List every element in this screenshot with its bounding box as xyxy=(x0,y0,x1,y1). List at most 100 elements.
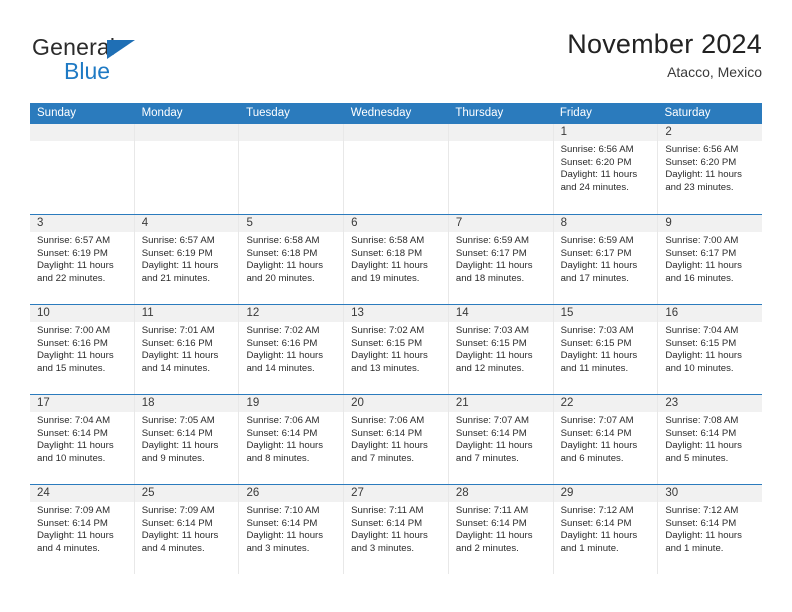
sunrise-time: Sunrise: 7:04 AM xyxy=(665,325,739,336)
calendar-day-cell[interactable]: 20 Sunrise: 7:06 AM Sunset: 6:14 PM Dayligh… xyxy=(344,395,449,484)
calendar-day-cell[interactable]: 11 Sunrise: 7:01 AM Sunset: 6:16 PM Dayligh… xyxy=(134,305,240,394)
calendar-day-cell[interactable]: 17 Sunrise: 7:04 AM Sunset: 6:14 PM Dayligh… xyxy=(30,395,135,484)
calendar-day-cell[interactable]: 14 Sunrise: 7:03 AM Sunset: 6:15 PM Dayligh… xyxy=(448,305,554,394)
daylight-duration: Daylight: 11 hours and 3 minutes. xyxy=(246,530,324,554)
sun-info: Sunrise: 7:06 AM Sunset: 6:14 PM Daylight:… xyxy=(239,412,343,465)
calendar-day-cell-empty xyxy=(30,124,135,214)
calendar-day-cell[interactable]: 25 Sunrise: 7:09 AM Sunset: 6:14 PM Dayligh… xyxy=(134,485,240,574)
sunset-time: Sunset: 6:16 PM xyxy=(37,337,108,349)
sun-info: Sunrise: 7:07 AM Sunset: 6:14 PM Daylight:… xyxy=(449,412,553,465)
sunset-time: Sunset: 6:14 PM xyxy=(560,427,632,439)
day-number: 8 xyxy=(553,215,658,232)
sun-info: Sunrise: 6:58 AM Sunset: 6:18 PM Daylight:… xyxy=(239,232,343,285)
weekday-header-tuesday: Tuesday xyxy=(246,107,290,119)
sunrise-time: Sunrise: 7:00 AM xyxy=(665,235,739,246)
daylight-duration: Daylight: 11 hours and 18 minutes. xyxy=(455,260,533,284)
day-number: 4 xyxy=(134,215,239,232)
sunrise-time: Sunrise: 7:11 AM xyxy=(351,505,424,516)
day-number: 20 xyxy=(344,395,448,412)
calendar-day-cell[interactable]: 19 Sunrise: 7:06 AM Sunset: 6:14 PM Dayligh… xyxy=(239,395,345,484)
sun-info: Sunrise: 7:02 AM Sunset: 6:15 PM Daylight:… xyxy=(344,322,448,375)
calendar-day-cell[interactable]: 16 Sunrise: 7:04 AM Sunset: 6:15 PM Dayligh… xyxy=(658,305,763,394)
calendar-day-cell[interactable]: 24 Sunrise: 7:09 AM Sunset: 6:14 PM Dayligh… xyxy=(30,485,135,574)
sunrise-time: Sunrise: 7:09 AM xyxy=(37,505,111,516)
day-number: 15 xyxy=(553,305,658,322)
calendar-day-cell-empty xyxy=(344,124,449,214)
calendar-weeks: 1 Sunrise: 6:56 AM Sunset: 6:20 PM Daylight… xyxy=(30,124,763,574)
day-number: 3 xyxy=(30,215,134,232)
daylight-duration: Daylight: 11 hours and 6 minutes. xyxy=(560,440,638,464)
day-number: 17 xyxy=(30,395,134,412)
sunrise-time: Sunrise: 7:06 AM xyxy=(351,415,425,426)
daylight-duration: Daylight: 11 hours and 10 minutes. xyxy=(665,350,742,374)
calendar-day-cell[interactable]: 21 Sunrise: 7:07 AM Sunset: 6:14 PM Dayligh… xyxy=(448,395,554,484)
sun-info: Sunrise: 7:12 AM Sunset: 6:14 PM Daylight:… xyxy=(658,502,762,555)
weekday-header-friday: Friday xyxy=(559,107,592,119)
sunset-time: Sunset: 6:16 PM xyxy=(141,337,213,349)
day-number: 6 xyxy=(344,215,448,232)
sun-info: Sunrise: 7:11 AM Sunset: 6:14 PM Daylight:… xyxy=(449,502,553,555)
sun-info: Sunrise: 6:58 AM Sunset: 6:18 PM Daylight:… xyxy=(344,232,448,285)
sun-info: Sunrise: 6:56 AM Sunset: 6:20 PM Daylight:… xyxy=(658,141,762,194)
calendar-day-cell[interactable]: 5 Sunrise: 6:58 AM Sunset: 6:18 PM Daylight… xyxy=(239,215,345,304)
calendar-day-cell[interactable]: 26 Sunrise: 7:10 AM Sunset: 6:14 PM Dayligh… xyxy=(239,485,345,574)
daylight-duration: Daylight: 11 hours and 14 minutes. xyxy=(141,350,219,374)
sun-info: Sunrise: 6:57 AM Sunset: 6:19 PM Daylight:… xyxy=(30,232,134,285)
sunset-time: Sunset: 6:15 PM xyxy=(351,337,423,349)
sunset-time: Sunset: 6:17 PM xyxy=(560,247,632,259)
sunset-time: Sunset: 6:14 PM xyxy=(455,517,527,529)
brand-logo[interactable]: General Blue xyxy=(32,34,172,88)
sun-info: Sunrise: 6:56 AM Sunset: 6:20 PM Daylight:… xyxy=(554,141,658,194)
daylight-duration: Daylight: 11 hours and 17 minutes. xyxy=(560,260,638,284)
calendar-day-cell[interactable]: 22 Sunrise: 7:07 AM Sunset: 6:14 PM Dayligh… xyxy=(553,395,659,484)
sunset-time: Sunset: 6:17 PM xyxy=(455,247,527,259)
calendar-day-cell[interactable]: 3 Sunrise: 6:57 AM Sunset: 6:19 PM Daylight… xyxy=(30,215,135,304)
sunset-time: Sunset: 6:20 PM xyxy=(560,156,632,168)
day-number xyxy=(448,124,553,141)
calendar-day-cell[interactable]: 29 Sunrise: 7:12 AM Sunset: 6:14 PM Dayligh… xyxy=(553,485,659,574)
sunset-time: Sunset: 6:18 PM xyxy=(246,247,318,259)
sunset-time: Sunset: 6:14 PM xyxy=(665,517,737,529)
sunrise-time: Sunrise: 7:12 AM xyxy=(665,505,739,516)
day-number: 19 xyxy=(239,395,344,412)
daylight-duration: Daylight: 11 hours and 3 minutes. xyxy=(351,530,428,554)
calendar-day-cell[interactable]: 9 Sunrise: 7:00 AM Sunset: 6:17 PM Daylight… xyxy=(658,215,763,304)
day-number: 23 xyxy=(658,395,763,412)
calendar-day-cell[interactable]: 28 Sunrise: 7:11 AM Sunset: 6:14 PM Dayligh… xyxy=(448,485,554,574)
calendar-day-cell[interactable]: 18 Sunrise: 7:05 AM Sunset: 6:14 PM Dayligh… xyxy=(134,395,240,484)
sunset-time: Sunset: 6:14 PM xyxy=(351,427,423,439)
calendar-day-cell[interactable]: 4 Sunrise: 6:57 AM Sunset: 6:19 PM Daylight… xyxy=(134,215,240,304)
sunset-time: Sunset: 6:14 PM xyxy=(246,517,318,529)
day-number: 24 xyxy=(30,485,134,502)
calendar-day-cell[interactable]: 1 Sunrise: 6:56 AM Sunset: 6:20 PM Daylight… xyxy=(553,124,659,214)
daylight-duration: Daylight: 11 hours and 7 minutes. xyxy=(455,440,533,464)
calendar-day-cell[interactable]: 15 Sunrise: 7:03 AM Sunset: 6:15 PM Dayligh… xyxy=(553,305,659,394)
daylight-duration: Daylight: 11 hours and 23 minutes. xyxy=(665,169,742,193)
calendar-day-cell[interactable]: 10 Sunrise: 7:00 AM Sunset: 6:16 PM Dayligh… xyxy=(30,305,135,394)
calendar-page: General Blue November 2024 Atacco, Mexic… xyxy=(0,0,792,612)
sun-info: Sunrise: 7:09 AM Sunset: 6:14 PM Daylight:… xyxy=(135,502,239,555)
page-header: General Blue November 2024 Atacco, Mexic… xyxy=(30,28,762,94)
calendar-day-cell[interactable]: 2 Sunrise: 6:56 AM Sunset: 6:20 PM Daylight… xyxy=(658,124,763,214)
sunset-time: Sunset: 6:14 PM xyxy=(246,427,318,439)
calendar-day-cell[interactable]: 6 Sunrise: 6:58 AM Sunset: 6:18 PM Daylight… xyxy=(344,215,449,304)
sun-info: Sunrise: 7:08 AM Sunset: 6:14 PM Daylight:… xyxy=(658,412,762,465)
calendar-day-cell[interactable]: 13 Sunrise: 7:02 AM Sunset: 6:15 PM Dayligh… xyxy=(344,305,449,394)
sunrise-time: Sunrise: 6:58 AM xyxy=(246,235,320,246)
daylight-duration: Daylight: 11 hours and 14 minutes. xyxy=(246,350,324,374)
day-number: 16 xyxy=(658,305,763,322)
sunrise-time: Sunrise: 6:57 AM xyxy=(37,235,111,246)
calendar-day-cell[interactable]: 8 Sunrise: 6:59 AM Sunset: 6:17 PM Daylight… xyxy=(553,215,659,304)
calendar-day-cell[interactable]: 7 Sunrise: 6:59 AM Sunset: 6:17 PM Daylight… xyxy=(448,215,554,304)
blue-triangle-icon xyxy=(107,40,135,59)
sunset-time: Sunset: 6:15 PM xyxy=(665,337,737,349)
calendar-day-cell[interactable]: 30 Sunrise: 7:12 AM Sunset: 6:14 PM Dayligh… xyxy=(658,485,763,574)
calendar-day-cell[interactable]: 27 Sunrise: 7:11 AM Sunset: 6:14 PM Dayligh… xyxy=(344,485,449,574)
day-number xyxy=(134,124,239,141)
calendar-day-cell[interactable]: 23 Sunrise: 7:08 AM Sunset: 6:14 PM Dayligh… xyxy=(658,395,763,484)
calendar-day-cell-empty xyxy=(448,124,554,214)
sun-info: Sunrise: 7:03 AM Sunset: 6:15 PM Daylight:… xyxy=(554,322,658,375)
calendar-day-cell[interactable]: 12 Sunrise: 7:02 AM Sunset: 6:16 PM Dayligh… xyxy=(239,305,345,394)
daylight-duration: Daylight: 11 hours and 9 minutes. xyxy=(141,440,219,464)
sunset-time: Sunset: 6:18 PM xyxy=(351,247,423,259)
